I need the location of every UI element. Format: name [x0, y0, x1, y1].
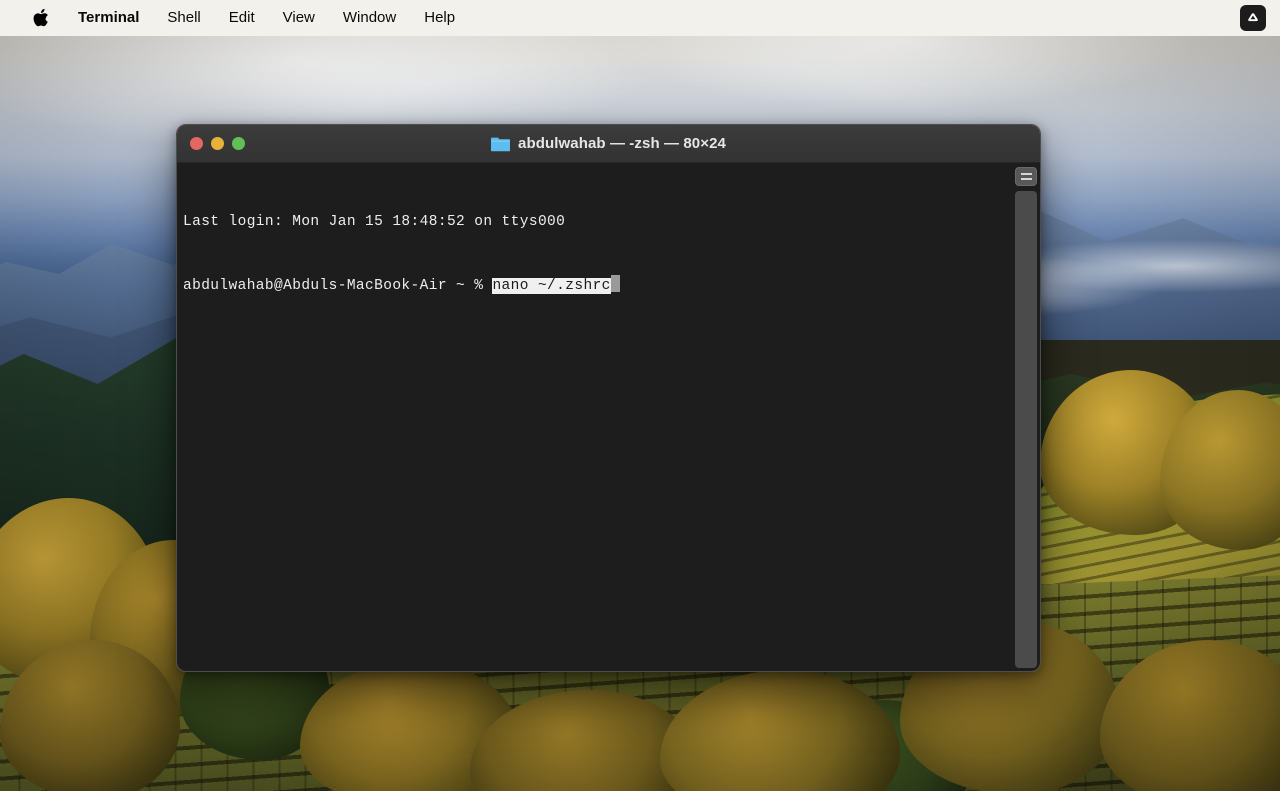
menu-item-shell[interactable]: Shell: [153, 0, 214, 36]
split-pane-line: [1021, 178, 1032, 180]
menu-item-terminal[interactable]: Terminal: [58, 0, 153, 36]
terminal-body[interactable]: Last login: Mon Jan 15 18:48:52 on ttys0…: [177, 163, 1040, 672]
window-title: abdulwahab — -zsh — 80×24: [518, 135, 726, 152]
terminal-cursor: [611, 275, 620, 292]
window-titlebar[interactable]: abdulwahab — -zsh — 80×24: [177, 125, 1040, 163]
desktop: Terminal Shell Edit View Window Help: [0, 0, 1280, 791]
menu-item-edit[interactable]: Edit: [215, 0, 269, 36]
shell-prompt: abdulwahab@Abduls-MacBook-Air ~ %: [183, 278, 492, 294]
split-pane-line: [1021, 173, 1032, 175]
split-pane-icon[interactable]: [1015, 167, 1037, 186]
terminal-text-area[interactable]: Last login: Mon Jan 15 18:48:52 on ttys0…: [183, 170, 1008, 338]
menu-item-help[interactable]: Help: [410, 0, 469, 36]
menu-bar-status-group: [1240, 5, 1280, 31]
terminal-line-prompt: abdulwahab@Abduls-MacBook-Air ~ % nano ~…: [183, 275, 1008, 296]
window-title-group: abdulwahab — -zsh — 80×24: [177, 135, 1040, 152]
menu-item-window[interactable]: Window: [329, 0, 410, 36]
close-button[interactable]: [190, 137, 203, 150]
vertical-scrollbar[interactable]: [1015, 191, 1037, 668]
typed-command: nano ~/.zshrc: [492, 278, 610, 294]
maximize-button[interactable]: [232, 137, 245, 150]
triangle-badge-icon[interactable]: [1240, 5, 1266, 31]
menu-item-view[interactable]: View: [269, 0, 329, 36]
terminal-line-last-login: Last login: Mon Jan 15 18:48:52 on ttys0…: [183, 212, 1008, 233]
traffic-lights: [190, 137, 245, 150]
blue-folder-icon: [491, 136, 510, 152]
menu-bar: Terminal Shell Edit View Window Help: [0, 0, 1280, 36]
minimize-button[interactable]: [211, 137, 224, 150]
terminal-window[interactable]: abdulwahab — -zsh — 80×24 Last login: Mo…: [176, 124, 1041, 672]
apple-logo-icon[interactable]: [22, 0, 58, 36]
menu-bar-left-group: Terminal Shell Edit View Window Help: [0, 0, 469, 36]
